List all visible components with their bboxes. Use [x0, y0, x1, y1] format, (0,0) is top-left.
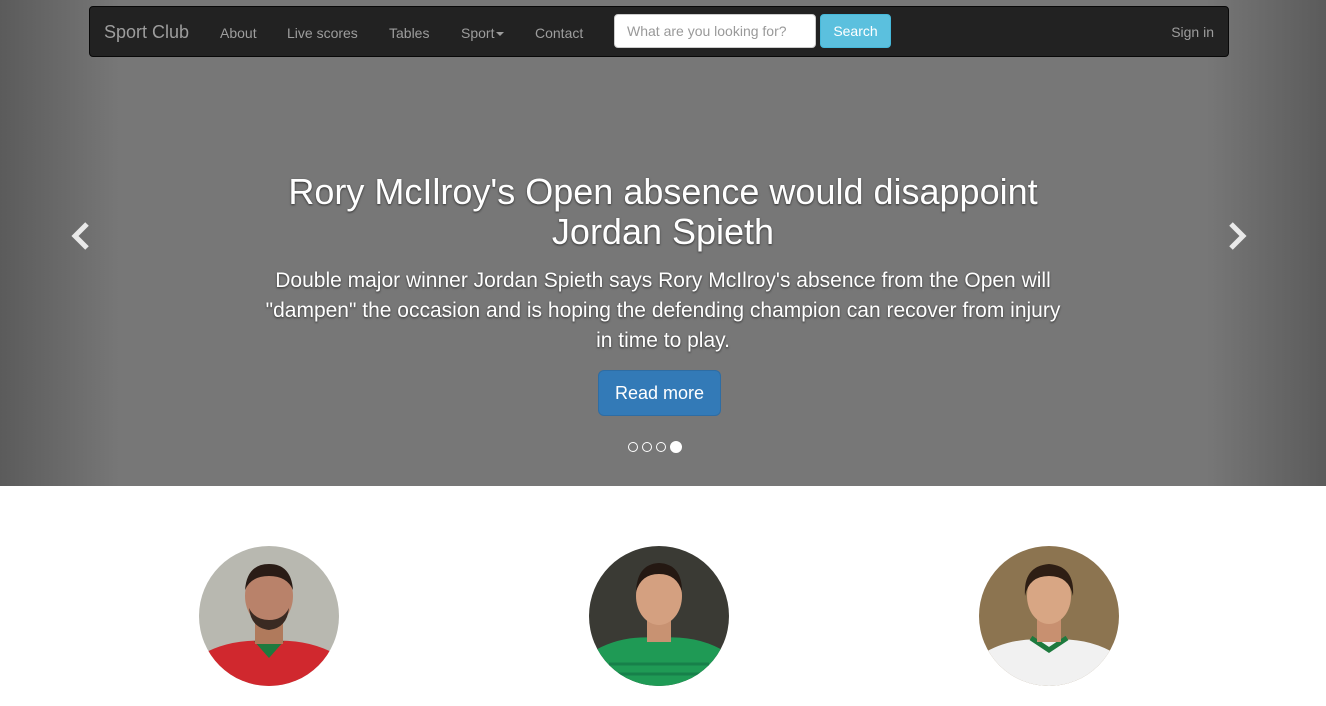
top-navbar: Sport Club About Live scores Tables Spor… — [89, 6, 1229, 57]
carousel-indicator-1[interactable] — [628, 442, 638, 452]
nav-sport-dropdown[interactable]: Sport — [461, 24, 505, 42]
brand-logo[interactable]: Sport Club — [104, 21, 189, 43]
carousel-next-button[interactable] — [1216, 216, 1256, 256]
nav-tables[interactable]: Tables — [389, 24, 429, 42]
carousel-caption: Rory McIlroy's Open absence would disapp… — [240, 172, 1086, 356]
carousel-prev-button[interactable] — [62, 216, 102, 256]
caret-down-icon — [496, 32, 505, 37]
player-avatar-3[interactable] — [979, 546, 1119, 686]
nav-about[interactable]: About — [220, 24, 257, 42]
player-avatar-2[interactable] — [589, 546, 729, 686]
nav-contact[interactable]: Contact — [535, 24, 583, 42]
player-avatar-1[interactable] — [199, 546, 339, 686]
chevron-left-icon — [71, 222, 89, 250]
hero-carousel: Sport Club About Live scores Tables Spor… — [0, 0, 1326, 486]
chevron-right-icon — [1229, 222, 1247, 250]
slide-title: Rory McIlroy's Open absence would disapp… — [288, 171, 1038, 252]
search-input[interactable] — [614, 14, 816, 48]
carousel-indicators — [628, 440, 682, 454]
read-more-button[interactable]: Read more — [598, 370, 721, 416]
carousel-indicator-4[interactable] — [670, 441, 682, 453]
players-section — [0, 486, 1326, 706]
carousel-indicator-2[interactable] — [642, 442, 652, 452]
slide-description: Double major winner Jordan Spieth says R… — [265, 269, 1061, 352]
nav-sport-label: Sport — [461, 25, 495, 41]
sign-in-link[interactable]: Sign in — [1171, 24, 1214, 40]
search-button[interactable]: Search — [820, 14, 891, 48]
nav-live-scores[interactable]: Live scores — [287, 24, 358, 42]
carousel-indicator-3[interactable] — [656, 442, 666, 452]
